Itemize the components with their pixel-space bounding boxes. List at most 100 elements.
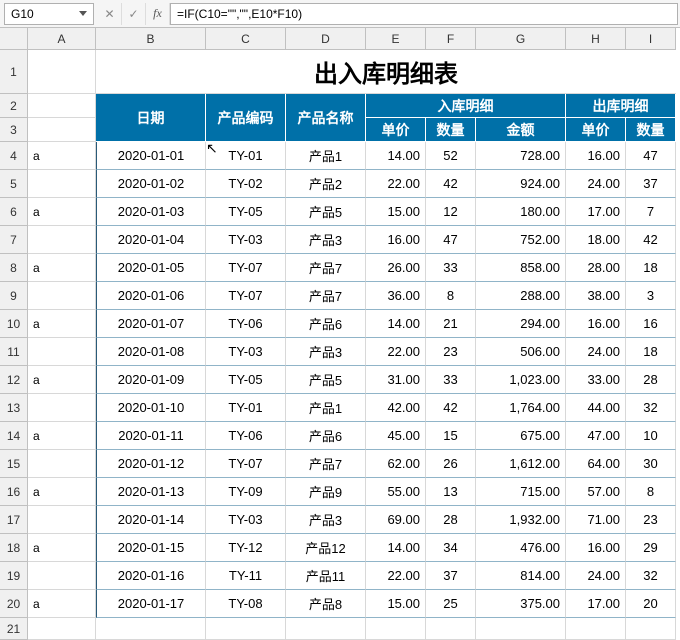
row-header[interactable]: 3 — [0, 118, 28, 142]
data-cell[interactable]: 69.00 — [366, 506, 426, 534]
row-header[interactable]: 15 — [0, 450, 28, 478]
row-header[interactable]: 16 — [0, 478, 28, 506]
data-cell[interactable]: TY-07 — [206, 282, 286, 310]
data-cell[interactable]: 858.00 — [476, 254, 566, 282]
cell[interactable] — [28, 170, 96, 198]
row-header[interactable]: 18 — [0, 534, 28, 562]
data-cell[interactable]: 23 — [626, 506, 676, 534]
data-cell[interactable]: TY-11 — [206, 562, 286, 590]
data-cell[interactable]: 30 — [626, 450, 676, 478]
data-cell[interactable]: 25 — [426, 590, 476, 618]
data-cell[interactable]: TY-07 — [206, 254, 286, 282]
data-cell[interactable]: TY-08 — [206, 590, 286, 618]
data-cell[interactable]: 294.00 — [476, 310, 566, 338]
row-header[interactable]: 7 — [0, 226, 28, 254]
data-cell[interactable]: 产品3 — [286, 226, 366, 254]
data-cell[interactable]: 26 — [426, 450, 476, 478]
data-cell[interactable]: 产品2 — [286, 170, 366, 198]
cell[interactable] — [28, 94, 96, 118]
cancel-formula-button[interactable]: ✕ — [98, 3, 122, 25]
cell[interactable] — [28, 50, 96, 94]
cell[interactable] — [96, 618, 206, 640]
data-cell[interactable]: 产品7 — [286, 254, 366, 282]
data-cell[interactable]: 2020-01-15 — [96, 534, 206, 562]
data-cell[interactable]: 10 — [626, 422, 676, 450]
insert-function-button[interactable]: fx — [146, 3, 170, 25]
data-cell[interactable]: 2020-01-01 — [96, 142, 206, 170]
cell[interactable] — [426, 618, 476, 640]
data-cell[interactable]: 42 — [426, 170, 476, 198]
data-cell[interactable]: TY-03 — [206, 226, 286, 254]
row-header[interactable]: 8 — [0, 254, 28, 282]
data-cell[interactable]: TY-01 — [206, 394, 286, 422]
data-cell[interactable]: 2020-01-09 — [96, 366, 206, 394]
data-cell[interactable]: 2020-01-10 — [96, 394, 206, 422]
column-header[interactable]: A — [28, 28, 96, 50]
data-cell[interactable]: 产品5 — [286, 198, 366, 226]
data-cell[interactable]: 2020-01-11 — [96, 422, 206, 450]
column-header[interactable]: B — [96, 28, 206, 50]
data-cell[interactable]: 180.00 — [476, 198, 566, 226]
cell[interactable] — [28, 450, 96, 478]
data-cell[interactable]: 14.00 — [366, 310, 426, 338]
cell[interactable] — [286, 618, 366, 640]
data-cell[interactable]: 2020-01-12 — [96, 450, 206, 478]
cell[interactable] — [28, 506, 96, 534]
formula-input[interactable]: =IF(C10="","",E10*F10) — [170, 3, 678, 25]
column-header[interactable]: F — [426, 28, 476, 50]
data-cell[interactable]: 33 — [426, 254, 476, 282]
column-header[interactable]: C — [206, 28, 286, 50]
cell[interactable]: a — [28, 478, 96, 506]
data-cell[interactable]: 752.00 — [476, 226, 566, 254]
data-cell[interactable]: 18.00 — [566, 226, 626, 254]
row-header[interactable]: 1 — [0, 50, 28, 94]
data-cell[interactable]: 16 — [626, 310, 676, 338]
data-cell[interactable]: 924.00 — [476, 170, 566, 198]
row-header[interactable]: 17 — [0, 506, 28, 534]
cell[interactable] — [28, 226, 96, 254]
data-cell[interactable]: 8 — [426, 282, 476, 310]
data-cell[interactable]: 55.00 — [366, 478, 426, 506]
row-header[interactable]: 9 — [0, 282, 28, 310]
data-cell[interactable]: 24.00 — [566, 562, 626, 590]
data-cell[interactable]: 2020-01-16 — [96, 562, 206, 590]
data-cell[interactable]: 产品6 — [286, 310, 366, 338]
data-cell[interactable]: TY-05 — [206, 366, 286, 394]
cell[interactable] — [206, 618, 286, 640]
data-cell[interactable]: 47 — [426, 226, 476, 254]
data-cell[interactable]: 52 — [426, 142, 476, 170]
column-header[interactable]: G — [476, 28, 566, 50]
data-cell[interactable]: 16.00 — [566, 534, 626, 562]
data-cell[interactable]: 产品11 — [286, 562, 366, 590]
data-cell[interactable]: TY-09 — [206, 478, 286, 506]
cell[interactable]: a — [28, 422, 96, 450]
data-cell[interactable]: 2020-01-06 — [96, 282, 206, 310]
data-cell[interactable]: 37 — [626, 170, 676, 198]
cell[interactable] — [28, 618, 96, 640]
data-cell[interactable]: 16.00 — [366, 226, 426, 254]
data-cell[interactable]: 18 — [626, 254, 676, 282]
data-cell[interactable]: 20 — [626, 590, 676, 618]
data-cell[interactable]: 375.00 — [476, 590, 566, 618]
data-cell[interactable]: 产品1 — [286, 142, 366, 170]
data-cell[interactable]: 57.00 — [566, 478, 626, 506]
data-cell[interactable]: TY-03 — [206, 338, 286, 366]
data-cell[interactable]: 71.00 — [566, 506, 626, 534]
data-cell[interactable]: 31.00 — [366, 366, 426, 394]
row-header[interactable]: 5 — [0, 170, 28, 198]
row-header[interactable]: 12 — [0, 366, 28, 394]
data-cell[interactable]: 44.00 — [566, 394, 626, 422]
data-cell[interactable]: 288.00 — [476, 282, 566, 310]
row-header[interactable]: 10 — [0, 310, 28, 338]
cell[interactable] — [366, 618, 426, 640]
column-header[interactable]: D — [286, 28, 366, 50]
accept-formula-button[interactable]: ✓ — [122, 3, 146, 25]
data-cell[interactable]: 13 — [426, 478, 476, 506]
data-cell[interactable]: 728.00 — [476, 142, 566, 170]
data-cell[interactable]: 15.00 — [366, 198, 426, 226]
data-cell[interactable]: 715.00 — [476, 478, 566, 506]
data-cell[interactable]: 2020-01-08 — [96, 338, 206, 366]
data-cell[interactable]: 1,932.00 — [476, 506, 566, 534]
select-all-corner[interactable] — [0, 28, 28, 50]
data-cell[interactable]: 产品3 — [286, 506, 366, 534]
